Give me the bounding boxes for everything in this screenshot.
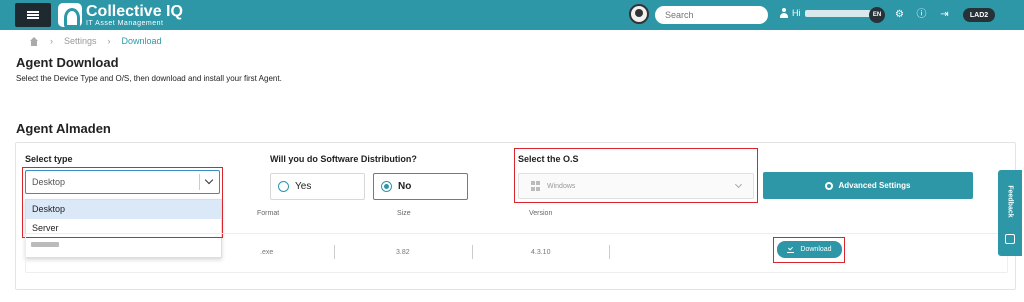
radio-yes-label: Yes (295, 181, 312, 192)
cell-version: 4.3.10 (531, 249, 551, 256)
advanced-settings-label: Advanced Settings (838, 181, 911, 190)
search-input[interactable] (655, 6, 768, 24)
cell-size: 3.82 (396, 249, 410, 256)
feedback-label: Feedback (1006, 185, 1014, 218)
radio-checked-icon (381, 181, 392, 192)
page-subtitle: Select the Device Type and O/S, then dow… (16, 74, 282, 83)
logo-icon (58, 3, 82, 28)
header-format: Format (257, 210, 280, 217)
user-greeting: Hi (792, 8, 801, 18)
gear-icon[interactable]: ⚙ (894, 9, 905, 20)
breadcrumb-download: Download (121, 36, 162, 46)
feedback-icon (1005, 234, 1015, 244)
agent-name-redacted (31, 242, 59, 247)
tenant-badge[interactable]: LAD2 (963, 8, 995, 22)
gear-icon (825, 181, 834, 190)
menu-button[interactable] (15, 3, 51, 27)
feedback-tab[interactable]: Feedback (998, 170, 1022, 256)
breadcrumb-settings[interactable]: Settings (64, 36, 97, 46)
home-icon[interactable] (29, 36, 39, 46)
table-row (25, 233, 1008, 273)
page-title: Agent Download (16, 55, 119, 70)
cell-format: .exe (260, 249, 274, 256)
app-title: Collective IQ (86, 2, 183, 20)
info-icon[interactable]: ⓘ (916, 9, 927, 20)
advanced-settings-button[interactable]: Advanced Settings (763, 172, 973, 199)
radio-no[interactable]: No (373, 173, 468, 200)
radio-yes[interactable]: Yes (270, 173, 365, 200)
user-icon (779, 8, 789, 18)
logout-icon[interactable]: ⇥ (939, 9, 950, 20)
header-size: Size (397, 210, 411, 217)
top-bar: Collective IQ IT Asset Management Hi EN … (0, 0, 1024, 30)
menu-icon (27, 10, 39, 20)
avatar-icon[interactable] (629, 4, 649, 24)
section-title: Agent Almaden (16, 121, 111, 136)
user-name-redacted (804, 9, 871, 17)
language-badge[interactable]: EN (869, 7, 885, 23)
highlight-box-type (22, 167, 223, 238)
header-version: Version (529, 210, 553, 217)
radio-circle-icon (278, 181, 289, 192)
radio-no-label: No (398, 181, 412, 192)
breadcrumb: › Settings › Download (29, 36, 162, 46)
highlight-box-download (773, 237, 845, 263)
user-menu[interactable]: Hi (779, 8, 871, 18)
type-label: Select type (25, 154, 73, 164)
app-subtitle: IT Asset Management (86, 19, 164, 27)
app-logo[interactable]: Collective IQ IT Asset Management (58, 2, 183, 28)
highlight-box-os (514, 148, 758, 203)
distribution-label: Will you do Software Distribution? (270, 154, 417, 164)
